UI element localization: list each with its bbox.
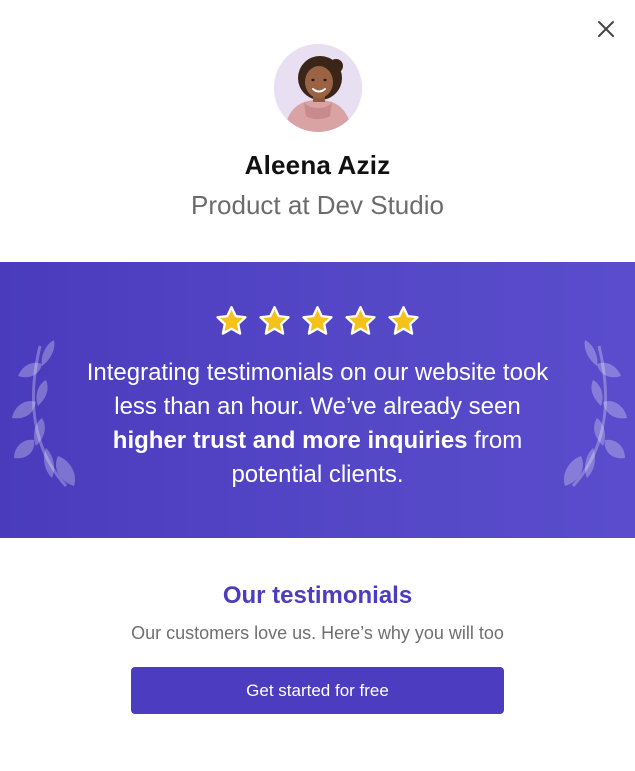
- avatar: [274, 44, 362, 132]
- star-icon: [388, 306, 419, 335]
- laurel-right-icon: [563, 340, 627, 488]
- section-subtitle: Our customers love us. Here’s why you wi…: [131, 623, 504, 643]
- laurel-left-icon: [12, 340, 76, 488]
- star-rating: [0, 304, 635, 339]
- profile-role: Product at Dev Studio: [191, 190, 444, 220]
- section-title: Our testimonials: [222, 582, 413, 609]
- star-icon: [216, 306, 247, 335]
- close-button[interactable]: [595, 18, 617, 40]
- close-icon: [598, 21, 614, 37]
- star-icon: [302, 306, 333, 335]
- profile-name: Aleena Aziz: [244, 150, 391, 180]
- get-started-button[interactable]: Get started for free: [131, 667, 504, 714]
- star-icon: [345, 306, 376, 335]
- quote-text-start: Integrating testimonials on our website …: [86, 359, 549, 420]
- quote-text-highlight: higher trust and more inquiries: [112, 427, 468, 454]
- star-icon: [259, 306, 290, 335]
- testimonial-quote: Integrating testimonials on our website …: [80, 356, 555, 492]
- testimonial-banner: Integrating testimonials on our website …: [0, 262, 635, 538]
